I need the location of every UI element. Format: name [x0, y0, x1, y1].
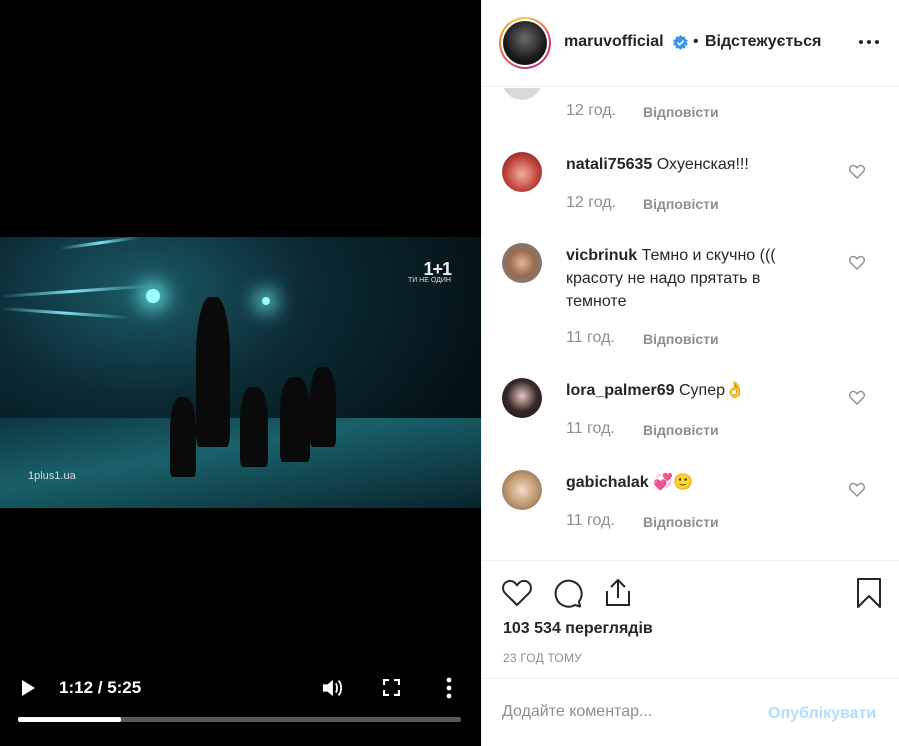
comment-body: Охуенская!!!: [656, 156, 749, 173]
comment-text: natali75635 Охуенская!!!: [566, 153, 831, 176]
post-timestamp[interactable]: 23 ГОД ТОМУ: [503, 651, 582, 665]
commenter-avatar[interactable]: [502, 378, 542, 418]
video-progress-fill: [18, 717, 121, 722]
comment-text: lora_palmer69 Супер👌: [566, 379, 831, 402]
like-comment-heart-icon[interactable]: [849, 482, 865, 497]
comment-item: vicbrinuk Темно и скучно ((( красоту не …: [482, 243, 899, 353]
comment-item: lora_palmer69 Супер👌 11 год. Відповісти: [482, 378, 899, 458]
comment-input[interactable]: [502, 703, 762, 721]
comment-time: 12 год.: [566, 194, 617, 211]
view-count[interactable]: 103 534 переглядів: [503, 620, 653, 638]
reply-button[interactable]: Відповісти: [643, 514, 719, 530]
video-frame[interactable]: 1+1 ТИ НЕ ОДИН 1plus1.ua: [0, 237, 481, 508]
verified-icon: [673, 35, 688, 50]
commenter-avatar[interactable]: [502, 243, 542, 283]
follow-status-button[interactable]: Відстежується: [705, 33, 821, 51]
video-time: 1:12 / 5:25: [59, 678, 142, 697]
like-heart-icon[interactable]: [501, 577, 533, 609]
video-player[interactable]: 1+1 ТИ НЕ ОДИН 1plus1.ua 1:12 / 5:25: [0, 0, 481, 746]
avatar[interactable]: [499, 17, 551, 69]
comment-item: 12 год. Відповісти: [482, 88, 899, 128]
username-link[interactable]: maruvofficial: [564, 33, 664, 51]
reply-button[interactable]: Відповісти: [643, 196, 719, 212]
comment-text: vicbrinuk Темно и скучно ((( красоту не …: [566, 244, 796, 313]
comment-bubble-icon[interactable]: [552, 577, 584, 609]
comment-text: gabichalak 💞🙂: [566, 471, 831, 494]
bookmark-icon[interactable]: [853, 577, 885, 609]
more-options-icon[interactable]: [858, 34, 880, 50]
light-beam: [0, 307, 130, 320]
comment-time: 11 год.: [566, 420, 615, 437]
video-controls: 1:12 / 5:25: [0, 670, 481, 710]
commenter-avatar[interactable]: [502, 88, 542, 100]
post-sidebar: maruvofficial • Відстежується 12 год. Ві…: [481, 0, 899, 746]
dancer-figure: [240, 387, 268, 467]
fullscreen-icon[interactable]: [383, 679, 400, 696]
commenter-avatar[interactable]: [502, 152, 542, 192]
stage-spotlight: [146, 289, 160, 303]
add-comment-bar: Опублікувати: [482, 678, 899, 746]
separator-dot: •: [693, 33, 699, 50]
video-watermark: 1plus1.ua: [28, 470, 76, 482]
share-icon[interactable]: [602, 577, 634, 609]
comment-item: gabichalak 💞🙂 11 год. Відповісти: [482, 470, 899, 550]
post-actions: 103 534 переглядів 23 ГОД ТОМУ: [482, 560, 899, 678]
play-icon[interactable]: [22, 680, 35, 696]
performer-figure: [196, 297, 230, 447]
avatar-image: [503, 21, 547, 65]
like-comment-heart-icon[interactable]: [849, 255, 865, 270]
commenter-username[interactable]: natali75635: [566, 156, 652, 173]
reply-button[interactable]: Відповісти: [643, 422, 719, 438]
publish-button[interactable]: Опублікувати: [768, 705, 876, 723]
commenter-username[interactable]: lora_palmer69: [566, 382, 675, 399]
light-beam: [0, 284, 150, 298]
like-comment-heart-icon[interactable]: [849, 164, 865, 179]
dancer-figure: [280, 377, 310, 462]
comment-item: natali75635 Охуенская!!! 12 год. Відпові…: [482, 152, 899, 232]
comment-body: 💞🙂: [653, 474, 693, 491]
comment-time: 12 год.: [566, 102, 617, 119]
volume-icon[interactable]: [321, 678, 343, 698]
like-comment-heart-icon[interactable]: [849, 390, 865, 405]
reply-button[interactable]: Відповісти: [643, 104, 719, 120]
stage-spotlight: [262, 297, 270, 305]
commenter-username[interactable]: vicbrinuk: [566, 247, 637, 264]
light-beam: [59, 237, 140, 250]
commenter-username[interactable]: gabichalak: [566, 474, 649, 491]
reply-button[interactable]: Відповісти: [643, 331, 719, 347]
video-progress-bar[interactable]: [18, 717, 461, 722]
comment-time: 11 год.: [566, 512, 615, 529]
comment-body: Супер👌: [678, 382, 745, 399]
more-vert-icon[interactable]: [446, 677, 452, 699]
comments-list[interactable]: 12 год. Відповісти natali75635 Охуенская…: [482, 88, 899, 560]
dancer-figure: [310, 367, 336, 447]
comment-time: 11 год.: [566, 329, 615, 346]
channel-slogan: ТИ НЕ ОДИН: [407, 277, 451, 284]
dancer-figure: [170, 397, 196, 477]
post-header: maruvofficial • Відстежується: [482, 0, 899, 87]
commenter-avatar[interactable]: [502, 470, 542, 510]
